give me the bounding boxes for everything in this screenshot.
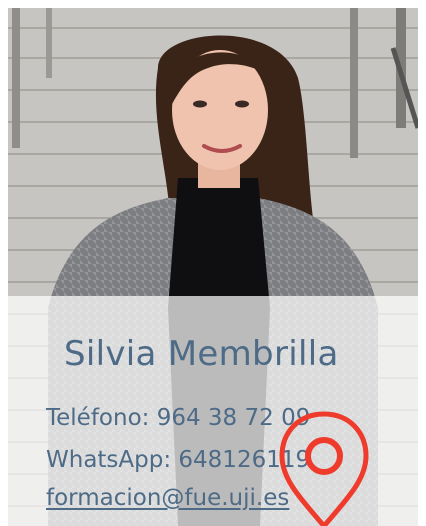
person-name: Silvia Membrilla — [64, 334, 339, 374]
contact-card: Silvia Membrilla Teléfono: 964 38 72 09 … — [0, 0, 426, 526]
whatsapp-number: WhatsApp: 648126119 — [46, 447, 311, 473]
phone-number: Teléfono: 964 38 72 09 — [46, 405, 311, 431]
email-link[interactable]: formacion@fue.uji.es — [46, 485, 289, 511]
